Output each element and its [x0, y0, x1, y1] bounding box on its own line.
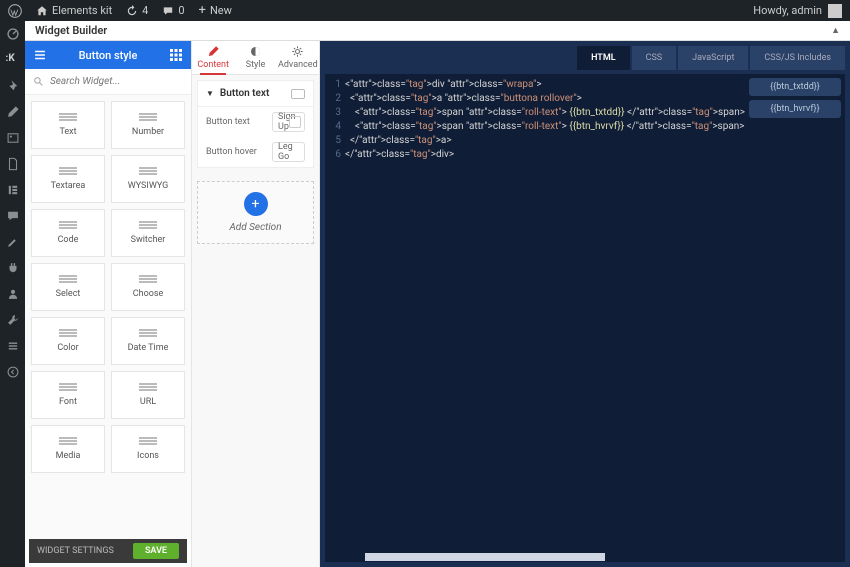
widgets-grid: TextNumberTextareaWYSIWYGCodeSwitcherSel…	[25, 95, 191, 539]
site-link[interactable]: Elements kit	[36, 4, 112, 17]
howdy-text[interactable]: Howdy, admin	[753, 4, 822, 17]
widget-code[interactable]: Code	[31, 209, 105, 257]
field-button-text: Button textSign Up	[198, 107, 313, 137]
config-section: ▼ Button text Button textSign UpButton h…	[197, 80, 314, 168]
comments-link[interactable]: 0	[162, 4, 184, 17]
main-area: Widget Builder ▲ Button style TextNumber…	[25, 21, 850, 567]
widget-textarea[interactable]: Textarea	[31, 155, 105, 203]
avatar[interactable]	[828, 4, 842, 18]
wp-side-nav: :K	[0, 21, 25, 567]
widgets-footer: WIDGET SETTINGS SAVE	[29, 539, 187, 563]
widget-search	[25, 69, 191, 95]
widget-font[interactable]: Font	[31, 371, 105, 419]
nav-appearance-icon[interactable]	[6, 235, 20, 249]
new-link[interactable]: +New	[199, 3, 232, 18]
widgets-header-title: Button style	[47, 49, 169, 62]
variable-pill[interactable]: {{btn_txtdd}}	[749, 78, 841, 96]
widget-settings-label[interactable]: WIDGET SETTINGS	[37, 546, 114, 556]
variables-list: {{btn_txtdd}} {{btn_hvrvf}}	[745, 74, 845, 552]
code-editor[interactable]: 123456 <"attr">class="tag">div "attr">cl…	[325, 74, 745, 552]
widget-media[interactable]: Media	[31, 425, 105, 473]
builder-titlebar: Widget Builder ▲	[25, 21, 850, 41]
nav-media-icon[interactable]	[6, 131, 20, 145]
nav-posts-icon[interactable]	[6, 105, 20, 119]
widget-choose[interactable]: Choose	[111, 263, 185, 311]
add-section-label: Add Section	[229, 222, 281, 233]
caret-down-icon: ▼	[206, 89, 214, 98]
widget-search-input[interactable]	[50, 76, 183, 87]
widget-select[interactable]: Select	[31, 263, 105, 311]
nav-pin-icon[interactable]	[6, 79, 20, 93]
horizontal-scrollbar[interactable]	[325, 552, 845, 562]
tab-advanced[interactable]: Advanced	[277, 41, 319, 74]
nav-settings-icon[interactable]	[6, 339, 20, 353]
plus-icon: +	[244, 192, 268, 216]
nav-tools-icon[interactable]	[6, 313, 20, 327]
wp-logo-icon[interactable]	[8, 4, 22, 18]
section-header[interactable]: ▼ Button text	[198, 81, 313, 107]
code-tab-css-js-includes[interactable]: CSS/JS Includes	[750, 46, 845, 70]
config-tabs: ContentStyleAdvanced	[192, 41, 319, 75]
config-panel: ContentStyleAdvanced ▼ Button text Butto…	[192, 41, 320, 567]
search-icon	[33, 76, 44, 87]
field-button-hover: Button hoverLeg Go	[198, 137, 313, 167]
nav-elementor-icon[interactable]	[6, 183, 20, 197]
widget-text[interactable]: Text	[31, 101, 105, 149]
dynamic-icon[interactable]	[289, 116, 301, 128]
code-tab-html[interactable]: HTML	[577, 46, 630, 70]
code-panel: HTMLCSSJavaScriptCSS/JS Includes 123456 …	[320, 41, 850, 567]
nav-pages-icon[interactable]	[6, 157, 20, 171]
code-tab-javascript[interactable]: JavaScript	[678, 46, 748, 70]
add-section[interactable]: + Add Section	[197, 181, 314, 244]
nav-comments-icon[interactable]	[6, 209, 20, 223]
widget-url[interactable]: URL	[111, 371, 185, 419]
section-title: Button text	[220, 88, 269, 99]
updates-link[interactable]: 4	[126, 4, 148, 17]
grid-icon[interactable]	[169, 48, 183, 62]
widgets-panel: Button style TextNumberTextareaWYSIWYGCo…	[25, 41, 192, 567]
builder-title: Widget Builder	[35, 24, 107, 37]
menu-icon[interactable]	[33, 48, 47, 62]
code-tabs: HTMLCSSJavaScriptCSS/JS Includes	[325, 46, 845, 70]
widget-color[interactable]: Color	[31, 317, 105, 365]
nav-collapse-icon[interactable]	[6, 365, 20, 379]
widget-switcher[interactable]: Switcher	[111, 209, 185, 257]
widget-number[interactable]: Number	[111, 101, 185, 149]
save-button[interactable]: SAVE	[133, 543, 179, 559]
widgets-header: Button style	[25, 41, 191, 69]
widget-date-time[interactable]: Date Time	[111, 317, 185, 365]
field-input[interactable]: Sign Up	[272, 112, 305, 132]
field-input[interactable]: Leg Go	[272, 142, 305, 162]
widget-icons[interactable]: Icons	[111, 425, 185, 473]
tab-content[interactable]: Content	[192, 41, 234, 74]
tab-style[interactable]: Style	[234, 41, 276, 74]
nav-dashboard-icon[interactable]	[6, 27, 20, 41]
variable-pill[interactable]: {{btn_hvrvf}}	[749, 100, 841, 118]
nav-users-icon[interactable]	[6, 287, 20, 301]
admin-bar: Elements kit 4 0 +New Howdy, admin	[0, 0, 850, 21]
code-tab-css[interactable]: CSS	[632, 46, 677, 70]
nav-ek-icon[interactable]: :K	[6, 53, 20, 67]
section-action-icon[interactable]	[291, 89, 305, 99]
nav-plugins-icon[interactable]	[6, 261, 20, 275]
collapse-icon[interactable]: ▲	[831, 25, 840, 36]
widget-wysiwyg[interactable]: WYSIWYG	[111, 155, 185, 203]
